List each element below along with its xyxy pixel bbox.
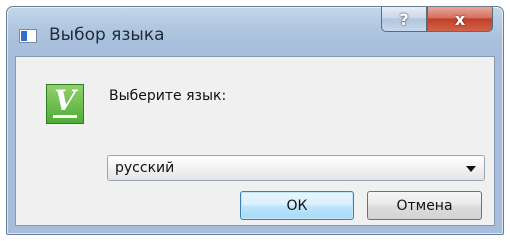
ok-button[interactable]: ОК: [240, 191, 354, 220]
dialog-body: V Выберите язык: русский ОК Отмена: [15, 56, 495, 226]
window-icon: [19, 29, 37, 43]
help-button[interactable]: ?: [381, 7, 427, 32]
window-title: Выбор языка: [49, 25, 165, 45]
title-bar[interactable]: Выбор языка ? x: [7, 7, 503, 56]
close-icon: x: [454, 9, 466, 29]
language-dialog-window: Выбор языка ? x V Выберите язык: русский…: [6, 6, 504, 235]
language-select-value: русский: [115, 160, 175, 176]
cancel-button[interactable]: Отмена: [367, 191, 482, 220]
logo-underline: [53, 115, 77, 118]
app-logo-icon: V: [46, 84, 84, 124]
chevron-down-icon[interactable]: [466, 166, 476, 172]
logo-letter: V: [54, 84, 76, 117]
language-select[interactable]: русский: [107, 155, 485, 181]
cancel-button-label: Отмена: [396, 197, 453, 214]
ok-button-label: ОК: [286, 197, 308, 214]
close-button[interactable]: x: [427, 7, 493, 32]
select-language-label: Выберите язык:: [109, 88, 227, 104]
help-icon: ?: [399, 9, 409, 29]
